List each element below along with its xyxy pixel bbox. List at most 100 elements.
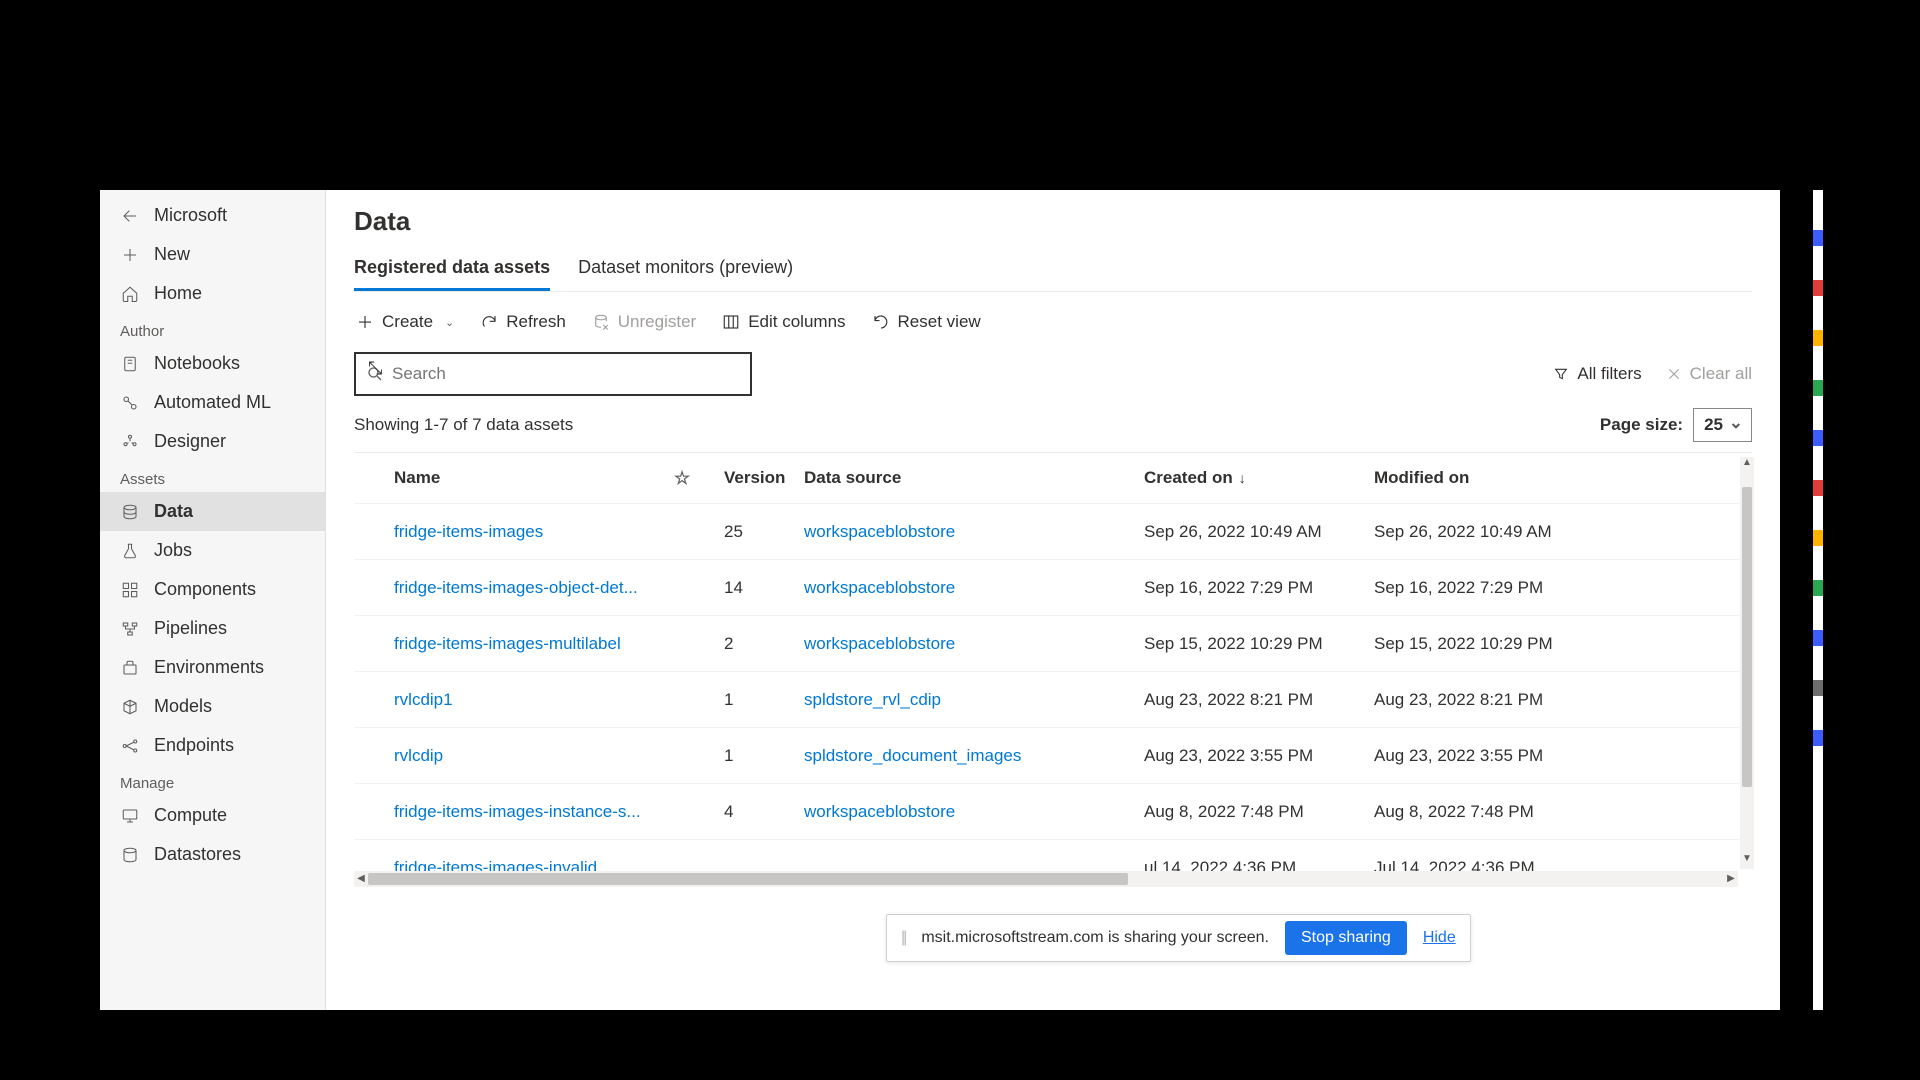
sidebar-item-components[interactable]: Components (100, 570, 325, 609)
table-row[interactable]: fridge-items-images-multilabel 2workspace… (354, 615, 1752, 671)
row-modified: Sep 16, 2022 7:29 PM (1374, 578, 1604, 598)
scroll-thumb[interactable] (1742, 487, 1752, 787)
sidebar-new[interactable]: New (100, 235, 325, 274)
datastore-icon (120, 845, 140, 865)
row-data-source[interactable]: spldstore_document_images (804, 746, 1144, 766)
back-arrow-icon (120, 206, 140, 226)
all-filters-button[interactable]: All filters (1553, 364, 1641, 384)
scroll-down-icon[interactable]: ▼ (1740, 853, 1754, 869)
sidebar-section-author: Author (100, 313, 325, 344)
row-name[interactable]: fridge-items-images (394, 522, 674, 542)
unregister-label: Unregister (618, 312, 696, 332)
showing-text: Showing 1-7 of 7 data assets (354, 415, 573, 435)
scroll-thumb[interactable] (368, 873, 1128, 885)
vertical-scrollbar[interactable]: ▲ ▼ (1740, 457, 1754, 869)
search-box[interactable]: ⤡ (354, 352, 752, 396)
sidebar-item-endpoints[interactable]: Endpoints (100, 726, 325, 765)
row-version: 25 (724, 522, 804, 542)
sidebar-new-label: New (154, 244, 190, 265)
clear-all-label: Clear all (1690, 364, 1752, 384)
stop-sharing-button[interactable]: Stop sharing (1285, 921, 1407, 955)
cube-icon (120, 697, 140, 717)
row-data-source[interactable]: spldstore_rvl_cdip (804, 690, 1144, 710)
filter-row: ⤡ All filters Clear all (354, 352, 1752, 396)
sidebar-home[interactable]: Home (100, 274, 325, 313)
row-created: Sep 16, 2022 7:29 PM (1144, 578, 1374, 598)
row-name[interactable]: fridge-items-images-object-det... (394, 578, 674, 598)
right-edge-sliver (1813, 190, 1823, 1010)
row-version: 14 (724, 578, 804, 598)
meta-row: Showing 1-7 of 7 data assets Page size: … (354, 408, 1752, 442)
sidebar-item-pipelines[interactable]: Pipelines (100, 609, 325, 648)
row-created: Aug 23, 2022 3:55 PM (1144, 746, 1374, 766)
row-modified: Aug 8, 2022 7:48 PM (1374, 802, 1604, 822)
col-favorite[interactable]: ☆ (674, 468, 724, 489)
tabs: Registered data assets Dataset monitors … (354, 251, 1752, 292)
table-row[interactable]: rvlcdip11spldstore_rvl_cdipAug 23, 2022 … (354, 671, 1752, 727)
sidebar-item-datastores[interactable]: Datastores (100, 835, 325, 874)
row-name[interactable]: fridge-items-images-instance-s... (394, 802, 674, 822)
sidebar-item-data[interactable]: Data (100, 492, 325, 531)
row-data-source[interactable]: workspaceblobstore (804, 578, 1144, 598)
grip-icon[interactable]: || (901, 929, 905, 947)
scroll-right-icon[interactable]: ▶ (1724, 871, 1738, 887)
row-name[interactable]: rvlcdip (394, 746, 674, 766)
row-name[interactable]: rvlcdip1 (394, 690, 674, 710)
sidebar-section-assets: Assets (100, 461, 325, 492)
col-version[interactable]: Version (724, 468, 804, 488)
sidebar-back[interactable]: Microsoft (100, 196, 325, 235)
tab-dataset-monitors[interactable]: Dataset monitors (preview) (578, 251, 793, 291)
sidebar-item-label: Automated ML (154, 392, 271, 413)
hide-link[interactable]: Hide (1423, 929, 1456, 947)
refresh-button[interactable]: Refresh (478, 308, 568, 336)
sidebar-item-notebooks[interactable]: Notebooks (100, 344, 325, 383)
row-data-source[interactable]: workspaceblobstore (804, 634, 1144, 654)
sidebar-item-models[interactable]: Models (100, 687, 325, 726)
col-created-on[interactable]: Created on↓ (1144, 468, 1374, 488)
row-name[interactable]: fridge-items-images-multilabel (394, 634, 674, 654)
create-button[interactable]: Create ⌄ (354, 308, 456, 336)
sidebar-back-label: Microsoft (154, 205, 227, 226)
table-row[interactable]: fridge-items-images 25workspaceblobstore S… (354, 503, 1752, 559)
edit-columns-label: Edit columns (748, 312, 845, 332)
sidebar-item-label: Datastores (154, 844, 241, 865)
sidebar-item-compute[interactable]: Compute (100, 796, 325, 835)
reset-view-button[interactable]: Reset view (870, 308, 983, 336)
components-icon (120, 580, 140, 600)
clear-all-button: Clear all (1666, 364, 1752, 384)
page-size-select[interactable]: 25 (1693, 408, 1752, 442)
search-input[interactable] (392, 364, 740, 384)
tab-registered-data-assets[interactable]: Registered data assets (354, 251, 550, 291)
sidebar-item-jobs[interactable]: Jobs (100, 531, 325, 570)
endpoint-icon (120, 736, 140, 756)
table-row[interactable]: rvlcdip 1spldstore_document_imagesAug 23,… (354, 727, 1752, 783)
sidebar-item-automl[interactable]: Automated ML (100, 383, 325, 422)
share-text: msit.microsoftstream.com is sharing your… (921, 929, 1269, 947)
edit-columns-button[interactable]: Edit columns (720, 308, 847, 336)
filter-icon (1553, 366, 1569, 382)
horizontal-scrollbar[interactable]: ◀ ▶ (354, 871, 1738, 887)
refresh-label: Refresh (506, 312, 566, 332)
sidebar-item-label: Notebooks (154, 353, 240, 374)
row-version: 1 (724, 746, 804, 766)
sidebar-item-designer[interactable]: Designer (100, 422, 325, 461)
sidebar-item-label: Pipelines (154, 618, 227, 639)
table-row[interactable]: fridge-items-images-object-det... 14works… (354, 559, 1752, 615)
row-version: 2 (724, 634, 804, 654)
row-data-source[interactable]: workspaceblobstore (804, 522, 1144, 542)
unregister-button: Unregister (590, 308, 698, 336)
scroll-left-icon[interactable]: ◀ (354, 871, 368, 887)
main-content: Data Registered data assets Dataset moni… (326, 190, 1780, 1010)
row-modified: Aug 23, 2022 8:21 PM (1374, 690, 1604, 710)
col-data-source[interactable]: Data source (804, 468, 1144, 488)
col-name[interactable]: Name (394, 468, 674, 488)
page-size-value: 25 (1704, 415, 1723, 434)
sidebar-item-environments[interactable]: Environments (100, 648, 325, 687)
row-data-source[interactable]: workspaceblobstore (804, 802, 1144, 822)
environment-icon (120, 658, 140, 678)
row-modified: Sep 26, 2022 10:49 AM (1374, 522, 1604, 542)
col-modified-on[interactable]: Modified on (1374, 468, 1604, 488)
scroll-up-icon[interactable]: ▲ (1740, 457, 1754, 473)
table-row[interactable]: fridge-items-images-instance-s...4worksp… (354, 783, 1752, 839)
reset-icon (872, 313, 890, 331)
